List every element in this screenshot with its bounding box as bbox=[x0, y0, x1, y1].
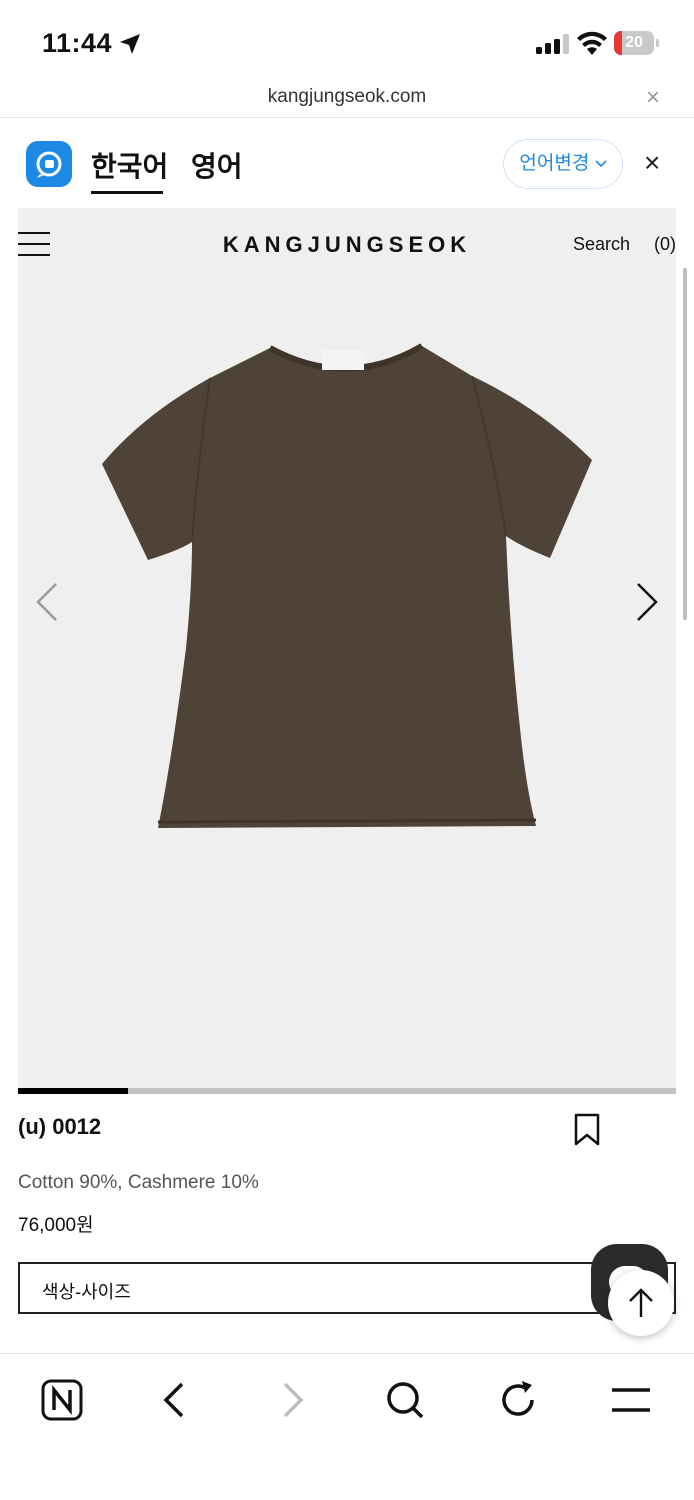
bookmark-icon[interactable] bbox=[573, 1113, 601, 1147]
option-select[interactable]: 색상-사이즈 bbox=[18, 1262, 676, 1314]
browser-toolbar bbox=[0, 1353, 694, 1500]
gallery-progress-fill bbox=[18, 1088, 128, 1094]
naver-home-icon[interactable] bbox=[38, 1376, 86, 1424]
search-icon[interactable] bbox=[381, 1376, 429, 1424]
battery-body: 20 bbox=[614, 31, 654, 55]
forward-icon bbox=[283, 1382, 304, 1418]
next-image-arrow-icon[interactable] bbox=[632, 580, 662, 624]
tab-korean[interactable]: 한국어 bbox=[91, 145, 168, 185]
search-link[interactable]: Search bbox=[573, 234, 630, 255]
product-description: Cotton 90%, Cashmere 10% bbox=[18, 1172, 259, 1193]
product-price: 76,000원 bbox=[18, 1215, 94, 1236]
cellular-signal-icon bbox=[536, 34, 569, 54]
url-close-icon[interactable]: × bbox=[646, 86, 660, 110]
scroll-to-top-button[interactable] bbox=[608, 1270, 674, 1336]
previous-image-arrow-icon[interactable] bbox=[32, 580, 62, 624]
location-arrow-icon bbox=[120, 34, 140, 54]
status-bar: 11:44 20 bbox=[0, 0, 694, 80]
cart-link[interactable]: (0) bbox=[654, 234, 676, 255]
product-name: (u) 0012 bbox=[18, 1114, 102, 1139]
product-gallery[interactable] bbox=[18, 280, 676, 1090]
menu-icon[interactable] bbox=[607, 1376, 655, 1424]
tab-english[interactable]: 영어 bbox=[191, 145, 243, 185]
web-page: KANGJUNGSEOK Search (0) (u) 0012 Cotton … bbox=[18, 208, 676, 1353]
papago-logo-icon bbox=[26, 141, 72, 187]
url-bar[interactable]: kangjungseok.com × bbox=[0, 80, 694, 118]
back-icon[interactable] bbox=[152, 1376, 200, 1424]
translate-bar: 한국어 영어 언어변경 × bbox=[0, 119, 694, 207]
battery-percent: 20 bbox=[625, 34, 643, 51]
status-time: 11:44 bbox=[42, 28, 113, 58]
wifi-icon bbox=[577, 31, 607, 55]
gallery-progress-bar bbox=[18, 1088, 676, 1094]
site-header: KANGJUNGSEOK Search (0) bbox=[18, 208, 676, 280]
arrow-up-icon bbox=[629, 1288, 653, 1317]
refresh-icon[interactable] bbox=[494, 1376, 542, 1424]
page-scrollbar[interactable] bbox=[683, 268, 687, 620]
battery-indicator: 20 bbox=[614, 31, 660, 55]
change-language-button[interactable]: 언어변경 bbox=[503, 139, 623, 189]
active-tab-indicator bbox=[91, 191, 163, 194]
product-image bbox=[102, 343, 592, 828]
option-select-label: 색상-사이즈 bbox=[42, 1282, 131, 1302]
url-text[interactable]: kangjungseok.com bbox=[0, 86, 694, 108]
change-language-label: 언어변경 bbox=[519, 153, 590, 174]
battery-cap bbox=[656, 39, 659, 47]
translate-close-icon[interactable]: × bbox=[644, 149, 660, 177]
chevron-down-icon bbox=[595, 160, 607, 168]
